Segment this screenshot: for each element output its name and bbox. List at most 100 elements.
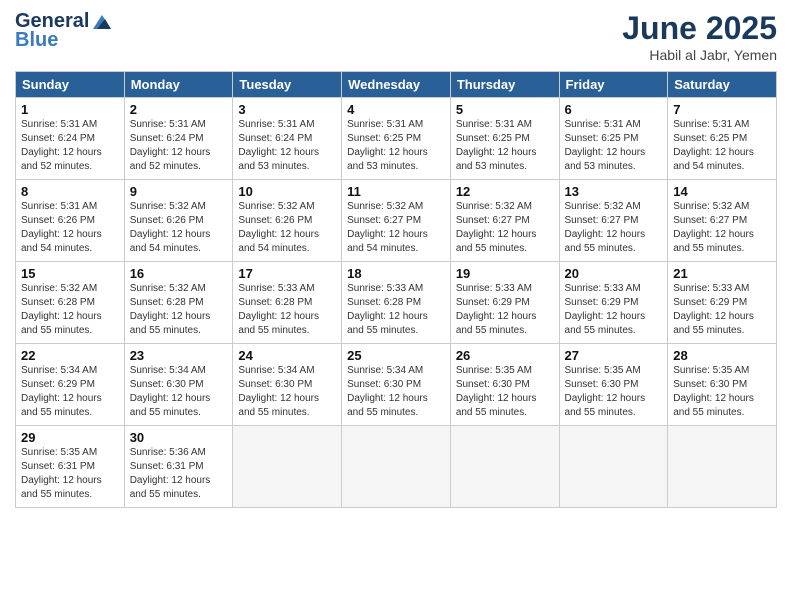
day-number: 17 [238,266,336,281]
day-info: Sunrise: 5:34 AM Sunset: 6:30 PM Dayligh… [347,364,445,420]
calendar-header-row: Sunday Monday Tuesday Wednesday Thursday… [16,72,777,98]
calendar-cell: 7 Sunrise: 5:31 AM Sunset: 6:25 PM Dayli… [668,98,777,180]
day-number: 29 [21,430,119,445]
day-info: Sunrise: 5:32 AM Sunset: 6:27 PM Dayligh… [673,200,771,256]
day-info: Sunrise: 5:34 AM Sunset: 6:30 PM Dayligh… [238,364,336,420]
day-number: 23 [130,348,228,363]
day-info: Sunrise: 5:31 AM Sunset: 6:24 PM Dayligh… [21,118,119,174]
day-info: Sunrise: 5:33 AM Sunset: 6:28 PM Dayligh… [347,282,445,338]
day-info: Sunrise: 5:34 AM Sunset: 6:30 PM Dayligh… [130,364,228,420]
logo: General Blue [15,10,113,52]
calendar-cell: 9 Sunrise: 5:32 AM Sunset: 6:26 PM Dayli… [124,180,233,262]
day-info: Sunrise: 5:32 AM Sunset: 6:28 PM Dayligh… [21,282,119,338]
day-info: Sunrise: 5:32 AM Sunset: 6:27 PM Dayligh… [347,200,445,256]
calendar: Sunday Monday Tuesday Wednesday Thursday… [15,71,777,508]
calendar-cell [342,426,451,508]
calendar-cell: 16 Sunrise: 5:32 AM Sunset: 6:28 PM Dayl… [124,262,233,344]
calendar-cell: 4 Sunrise: 5:31 AM Sunset: 6:25 PM Dayli… [342,98,451,180]
calendar-cell: 19 Sunrise: 5:33 AM Sunset: 6:29 PM Dayl… [450,262,559,344]
calendar-cell: 12 Sunrise: 5:32 AM Sunset: 6:27 PM Dayl… [450,180,559,262]
week-row-4: 22 Sunrise: 5:34 AM Sunset: 6:29 PM Dayl… [16,344,777,426]
day-number: 21 [673,266,771,281]
day-number: 27 [565,348,663,363]
day-info: Sunrise: 5:36 AM Sunset: 6:31 PM Dayligh… [130,446,228,502]
day-info: Sunrise: 5:33 AM Sunset: 6:29 PM Dayligh… [456,282,554,338]
day-info: Sunrise: 5:35 AM Sunset: 6:31 PM Dayligh… [21,446,119,502]
day-number: 25 [347,348,445,363]
day-number: 4 [347,102,445,117]
day-info: Sunrise: 5:31 AM Sunset: 6:24 PM Dayligh… [238,118,336,174]
calendar-cell [233,426,342,508]
calendar-cell: 3 Sunrise: 5:31 AM Sunset: 6:24 PM Dayli… [233,98,342,180]
col-tuesday: Tuesday [233,72,342,98]
calendar-cell [668,426,777,508]
col-thursday: Thursday [450,72,559,98]
day-number: 2 [130,102,228,117]
col-sunday: Sunday [16,72,125,98]
calendar-cell: 5 Sunrise: 5:31 AM Sunset: 6:25 PM Dayli… [450,98,559,180]
calendar-cell: 28 Sunrise: 5:35 AM Sunset: 6:30 PM Dayl… [668,344,777,426]
calendar-cell: 14 Sunrise: 5:32 AM Sunset: 6:27 PM Dayl… [668,180,777,262]
calendar-cell: 27 Sunrise: 5:35 AM Sunset: 6:30 PM Dayl… [559,344,668,426]
calendar-cell: 20 Sunrise: 5:33 AM Sunset: 6:29 PM Dayl… [559,262,668,344]
day-info: Sunrise: 5:35 AM Sunset: 6:30 PM Dayligh… [456,364,554,420]
calendar-cell [559,426,668,508]
day-info: Sunrise: 5:31 AM Sunset: 6:25 PM Dayligh… [565,118,663,174]
day-number: 10 [238,184,336,199]
day-info: Sunrise: 5:31 AM Sunset: 6:26 PM Dayligh… [21,200,119,256]
calendar-cell: 13 Sunrise: 5:32 AM Sunset: 6:27 PM Dayl… [559,180,668,262]
col-saturday: Saturday [668,72,777,98]
day-info: Sunrise: 5:33 AM Sunset: 6:29 PM Dayligh… [673,282,771,338]
day-info: Sunrise: 5:35 AM Sunset: 6:30 PM Dayligh… [673,364,771,420]
day-number: 9 [130,184,228,199]
day-number: 12 [456,184,554,199]
calendar-cell: 15 Sunrise: 5:32 AM Sunset: 6:28 PM Dayl… [16,262,125,344]
calendar-cell: 18 Sunrise: 5:33 AM Sunset: 6:28 PM Dayl… [342,262,451,344]
day-number: 8 [21,184,119,199]
day-number: 24 [238,348,336,363]
calendar-cell: 30 Sunrise: 5:36 AM Sunset: 6:31 PM Dayl… [124,426,233,508]
day-number: 3 [238,102,336,117]
day-number: 16 [130,266,228,281]
col-friday: Friday [559,72,668,98]
week-row-1: 1 Sunrise: 5:31 AM Sunset: 6:24 PM Dayli… [16,98,777,180]
calendar-cell: 23 Sunrise: 5:34 AM Sunset: 6:30 PM Dayl… [124,344,233,426]
calendar-cell: 10 Sunrise: 5:32 AM Sunset: 6:26 PM Dayl… [233,180,342,262]
week-row-3: 15 Sunrise: 5:32 AM Sunset: 6:28 PM Dayl… [16,262,777,344]
day-number: 14 [673,184,771,199]
day-number: 11 [347,184,445,199]
col-wednesday: Wednesday [342,72,451,98]
calendar-cell: 24 Sunrise: 5:34 AM Sunset: 6:30 PM Dayl… [233,344,342,426]
calendar-cell: 22 Sunrise: 5:34 AM Sunset: 6:29 PM Dayl… [16,344,125,426]
page: General Blue June 2025 Habil al Jabr, Ye… [0,0,792,612]
day-number: 30 [130,430,228,445]
location: Habil al Jabr, Yemen [622,47,777,63]
header: General Blue June 2025 Habil al Jabr, Ye… [15,10,777,63]
day-number: 26 [456,348,554,363]
calendar-cell: 17 Sunrise: 5:33 AM Sunset: 6:28 PM Dayl… [233,262,342,344]
day-number: 5 [456,102,554,117]
day-number: 13 [565,184,663,199]
calendar-cell: 11 Sunrise: 5:32 AM Sunset: 6:27 PM Dayl… [342,180,451,262]
calendar-cell: 2 Sunrise: 5:31 AM Sunset: 6:24 PM Dayli… [124,98,233,180]
day-info: Sunrise: 5:34 AM Sunset: 6:29 PM Dayligh… [21,364,119,420]
week-row-2: 8 Sunrise: 5:31 AM Sunset: 6:26 PM Dayli… [16,180,777,262]
day-info: Sunrise: 5:32 AM Sunset: 6:27 PM Dayligh… [456,200,554,256]
day-info: Sunrise: 5:31 AM Sunset: 6:25 PM Dayligh… [456,118,554,174]
day-number: 7 [673,102,771,117]
day-info: Sunrise: 5:32 AM Sunset: 6:28 PM Dayligh… [130,282,228,338]
day-number: 20 [565,266,663,281]
calendar-cell: 29 Sunrise: 5:35 AM Sunset: 6:31 PM Dayl… [16,426,125,508]
calendar-cell: 25 Sunrise: 5:34 AM Sunset: 6:30 PM Dayl… [342,344,451,426]
day-number: 19 [456,266,554,281]
week-row-5: 29 Sunrise: 5:35 AM Sunset: 6:31 PM Dayl… [16,426,777,508]
calendar-cell: 6 Sunrise: 5:31 AM Sunset: 6:25 PM Dayli… [559,98,668,180]
day-info: Sunrise: 5:31 AM Sunset: 6:25 PM Dayligh… [673,118,771,174]
month-title: June 2025 [622,10,777,47]
calendar-cell: 26 Sunrise: 5:35 AM Sunset: 6:30 PM Dayl… [450,344,559,426]
col-monday: Monday [124,72,233,98]
calendar-cell: 8 Sunrise: 5:31 AM Sunset: 6:26 PM Dayli… [16,180,125,262]
title-block: June 2025 Habil al Jabr, Yemen [622,10,777,63]
day-number: 18 [347,266,445,281]
day-info: Sunrise: 5:35 AM Sunset: 6:30 PM Dayligh… [565,364,663,420]
